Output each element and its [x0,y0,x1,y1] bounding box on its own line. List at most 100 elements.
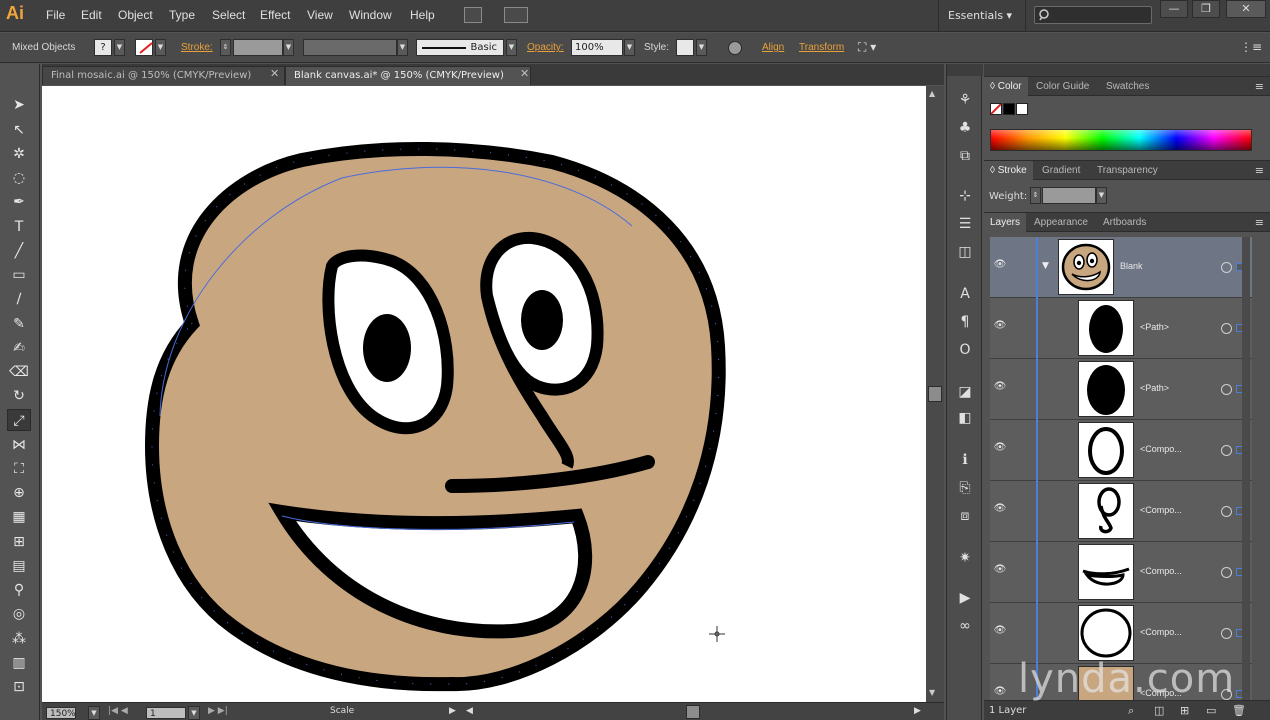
artboard-tool-icon[interactable]: ⊡ [7,676,31,698]
close-tab-icon[interactable]: ✕ [520,67,529,80]
opacity-link[interactable]: Opacity: [527,42,564,53]
search-input[interactable] [1034,6,1152,24]
restore-button[interactable]: ❐ [1192,0,1220,18]
tab-color[interactable]: ◊ Color [984,77,1028,96]
graphic-style-swatch[interactable] [676,39,694,56]
symbol-sprayer-tool-icon[interactable]: ⁂ [7,628,31,650]
target-icon[interactable] [1221,628,1232,639]
visibility-eye-icon[interactable]: 👁 [993,320,1007,332]
weight-dropdown[interactable]: ▼ [1096,187,1107,204]
opentype-icon[interactable]: O [955,340,975,360]
blend-tool-icon[interactable]: ◎ [7,603,31,625]
stroke-weight-stepper[interactable]: ⇕ [220,39,231,56]
menu-select[interactable]: Select [212,8,245,22]
tab-artboards[interactable]: Artboards [1097,213,1152,232]
links-icon[interactable]: ∞ [955,616,975,636]
layer-name[interactable]: <Compo... [1140,627,1182,637]
brush-dropdown[interactable]: ▼ [506,39,517,56]
fill-dropdown[interactable]: ▼ [114,39,125,56]
shape-builder-tool-icon[interactable]: ⊕ [7,482,31,504]
color-spectrum[interactable] [990,129,1252,151]
width-tool-icon[interactable]: ⋈ [7,434,31,456]
dock-collapse-bar[interactable] [947,64,983,76]
artboard[interactable] [42,86,926,702]
layer-name[interactable]: <Compo... [1140,505,1182,515]
status-menu-icon[interactable]: ▶ [449,706,456,716]
opacity-dropdown[interactable]: ▼ [624,39,635,56]
control-panel-menu-icon[interactable]: ⋮≡ [1240,40,1262,54]
info-icon[interactable]: ℹ [955,450,975,470]
column-graph-tool-icon[interactable]: ▥ [7,652,31,674]
transform-link[interactable]: Transform [799,42,844,53]
free-transform-tool-icon[interactable]: ⛶ [7,458,31,480]
layers-scrollbar[interactable] [1242,237,1250,701]
visibility-eye-icon[interactable]: 👁 [993,381,1007,393]
visibility-eye-icon[interactable]: 👁 [993,625,1007,637]
close-button[interactable]: ✕ [1226,0,1266,18]
profile-dropdown[interactable]: ▼ [397,39,408,56]
brush-definition[interactable]: Basic [416,39,504,56]
tab-blank-canvas[interactable]: Blank canvas.ai* @ 150% (CMYK/Preview) [285,66,531,85]
rectangle-tool-icon[interactable]: ▭ [7,264,31,286]
stroke-weight-dropdown[interactable]: ▼ [283,39,294,56]
menu-edit[interactable]: Edit [81,8,102,22]
eyedropper-tool-icon[interactable]: ⚲ [7,579,31,601]
mesh-tool-icon[interactable]: ⊞ [7,531,31,553]
stroke-weight-field[interactable] [233,39,283,56]
expand-triangle-icon[interactable]: ▼ [1042,261,1049,271]
right-pupil[interactable] [521,290,563,350]
menu-view[interactable]: View [307,8,333,22]
bridge-icon[interactable] [464,7,482,23]
selection-tool-icon[interactable]: ➤ [7,94,31,116]
document-info-icon[interactable]: ⎘ [955,478,975,498]
black-swatch[interactable] [1003,103,1015,115]
arrange-documents-icon[interactable] [504,7,528,23]
fill-swatch[interactable]: ? [94,39,112,56]
opacity-field[interactable]: 100% [571,39,623,56]
magic-wand-tool-icon[interactable]: ✲ [7,143,31,165]
horizontal-scroll-thumb[interactable] [686,705,700,719]
tab-appearance[interactable]: Appearance [1028,213,1094,232]
none-swatch[interactable] [990,103,1002,115]
layer-row-compound[interactable]: 👁 <Compo... [990,542,1252,603]
target-icon[interactable] [1221,445,1232,456]
first-artboard-icon[interactable]: |◀ ◀ [108,706,128,716]
eraser-tool-icon[interactable]: ⌫ [7,361,31,383]
layer-name[interactable]: Blank [1120,261,1143,271]
symbols-icon[interactable]: ♣ [955,118,975,138]
panels-collapse-bar[interactable] [984,64,1270,76]
target-icon[interactable] [1221,567,1232,578]
layer-name[interactable]: <Path> [1140,383,1169,393]
vertical-scrollbar[interactable]: ▲ ▼ [926,86,944,702]
line-tool-icon[interactable]: ╱ [7,240,31,262]
delete-layer-icon[interactable]: 🗑 [1232,704,1246,717]
tab-final-mosaic[interactable]: Final mosaic.ai @ 150% (CMYK/Preview) [42,66,285,85]
locate-object-icon[interactable]: ⌕ [1128,704,1134,718]
close-tab-icon[interactable]: ✕ [270,67,279,80]
navigator-icon[interactable]: ⧈ [955,506,975,526]
menu-type[interactable]: Type [169,8,195,22]
tab-gradient[interactable]: Gradient [1036,161,1086,180]
visibility-eye-icon[interactable]: 👁 [993,564,1007,576]
scroll-left-icon[interactable]: ◀ [466,706,473,716]
menu-effect[interactable]: Effect [260,8,290,22]
layer-row-path[interactable]: 👁 <Path> [990,298,1252,359]
scroll-right-icon[interactable]: ▶ [914,706,921,716]
layer-row-compound[interactable]: 👁 <Compo... [990,603,1252,664]
align-link[interactable]: Align [762,42,784,53]
stroke-link[interactable]: Stroke: [181,42,213,53]
visibility-eye-icon[interactable]: 👁 [993,503,1007,515]
target-icon[interactable] [1221,506,1232,517]
layer-row-compound[interactable]: 👁 <Compo... [990,420,1252,481]
rotate-tool-icon[interactable]: ↻ [7,385,31,407]
layer-row-blank[interactable]: 👁 ▼ Blank [990,237,1252,298]
layers-panel-menu-icon[interactable]: ≡ [1255,216,1264,229]
blob-brush-tool-icon[interactable]: ✍ [7,337,31,359]
weight-stepper[interactable]: ⇕ [1030,187,1041,204]
white-swatch[interactable] [1016,103,1028,115]
new-layer-icon[interactable]: ▭ [1206,704,1216,717]
color-panel-menu-icon[interactable]: ≡ [1255,80,1264,93]
menu-file[interactable]: File [46,8,65,22]
vertical-scroll-thumb[interactable] [928,386,942,402]
variable-width-profile[interactable] [303,39,397,56]
